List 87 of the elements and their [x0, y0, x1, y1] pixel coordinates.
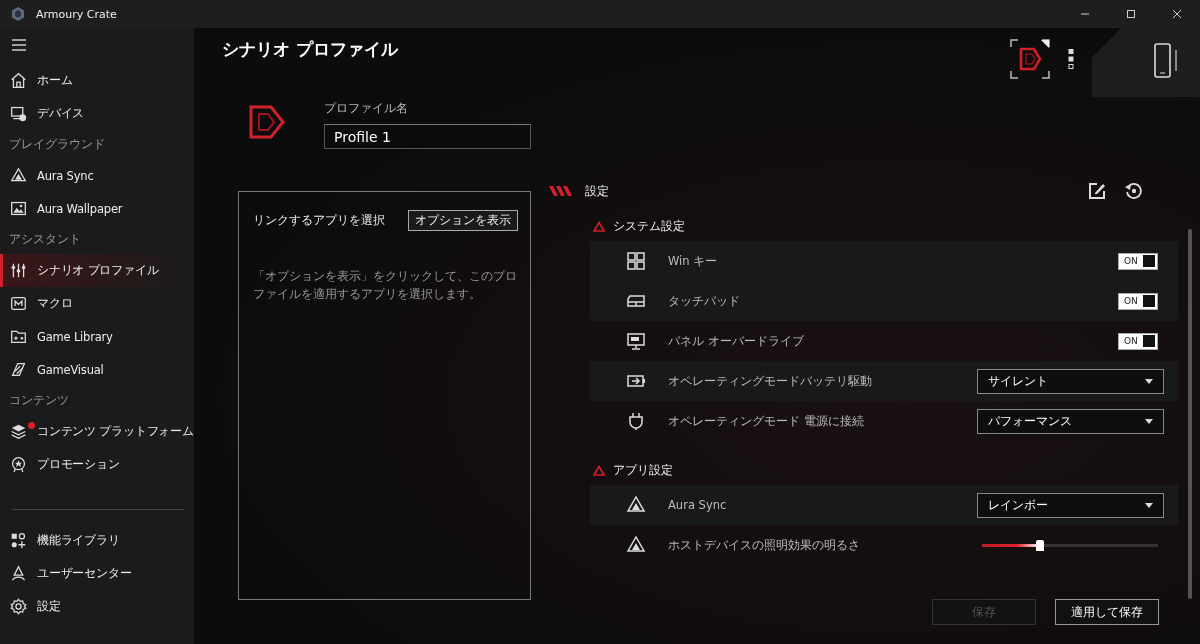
monitor-icon	[626, 331, 646, 351]
nav-item[interactable]: ホーム	[0, 64, 194, 97]
maximize-icon[interactable]	[1126, 9, 1136, 19]
section-title: システム設定	[613, 217, 685, 235]
nav-item[interactable]: GameVisual	[0, 353, 194, 386]
nav-label: 機能ライブラリ	[37, 533, 120, 548]
plug-icon	[626, 411, 646, 431]
nav-item[interactable]: コンテンツ プラットフォーム	[0, 415, 194, 448]
toggle-switch[interactable]: ON	[1118, 292, 1158, 310]
group-heading: アシスタント	[8, 231, 82, 248]
slider-thumb[interactable]	[1036, 539, 1045, 551]
hint-text: 「オプションを表示」をクリックして、このプロファイルを適用するアプリを選択します。	[253, 268, 518, 303]
nav-label: Aura Wallpaper	[37, 201, 123, 216]
group-heading: コンテンツ	[8, 392, 70, 409]
settings-icon	[10, 598, 27, 615]
toggle-switch[interactable]: ON	[1118, 332, 1158, 350]
triangle-icon	[593, 220, 605, 232]
dropdown[interactable]: サイレント	[977, 368, 1164, 394]
nav-label: デバイス	[37, 106, 85, 121]
nav-item[interactable]: プロモーション	[0, 448, 194, 481]
setting-label: オペレーティングモード 電源に接続	[668, 413, 865, 429]
group-heading: プレイグラウンド	[8, 136, 106, 153]
nav-label: ホーム	[37, 73, 73, 88]
show-options-button[interactable]: オプションを表示	[408, 210, 518, 231]
apply-save-button[interactable]: 適用して保存	[1055, 599, 1159, 625]
grid-icon	[626, 251, 646, 271]
nav-label: プロモーション	[37, 457, 120, 472]
profile-logo-icon[interactable]	[1010, 39, 1050, 79]
setting-label: Aura Sync	[668, 498, 728, 512]
toggle-switch[interactable]: ON	[1118, 252, 1158, 270]
layers-icon	[10, 423, 27, 440]
panel-title: リンクするアプリを選択	[253, 212, 385, 229]
setting-label: ホストデバイスの照明効果の明るさ	[668, 537, 861, 553]
setting-label: オペレーティングモードバッテリ駆動	[668, 373, 873, 389]
nav-item[interactable]: ユーザーセンター	[0, 557, 194, 590]
caret-icon	[1145, 502, 1153, 508]
triangle-icon	[593, 464, 605, 476]
nav-label: Game Library	[37, 329, 113, 344]
triangle-logo-icon	[626, 495, 646, 515]
window-title: Armoury Crate	[36, 7, 117, 21]
nav-label: ユーザーセンター	[37, 566, 132, 581]
nav-item[interactable]: 設定	[0, 590, 194, 623]
nav-label: Aura Sync	[37, 168, 94, 183]
user-icon	[10, 565, 27, 582]
nav-item[interactable]: Game Library	[0, 320, 194, 353]
profile-logo-icon	[249, 104, 285, 140]
nav-label: GameVisual	[37, 362, 104, 377]
nav-label: コンテンツ プラットフォーム	[37, 424, 194, 439]
nav-item[interactable]: Aura Wallpaper	[0, 192, 194, 225]
nav-item[interactable]: デバイス	[0, 97, 194, 130]
nav-label: マクロ	[37, 296, 73, 311]
nav-item[interactable]: マクロ	[0, 287, 194, 320]
home-icon	[10, 72, 27, 89]
field-label: プロファイル名	[324, 100, 409, 117]
dropdown[interactable]: パフォーマンス	[977, 408, 1164, 434]
caret-icon	[1145, 418, 1153, 424]
image-icon	[10, 200, 27, 217]
shapes-icon	[10, 532, 27, 549]
triangle-logo-icon	[626, 535, 646, 555]
setting-label: パネル オーバードライブ	[668, 333, 805, 349]
nav-item[interactable]: Aura Sync	[0, 159, 194, 192]
m-key-icon	[10, 295, 27, 312]
more-options-icon[interactable]	[1068, 49, 1074, 69]
edit-icon[interactable]	[1087, 181, 1107, 201]
reset-icon[interactable]	[1124, 181, 1144, 201]
triangle-logo-icon	[10, 167, 27, 184]
medal-icon	[10, 456, 27, 473]
app-logo-icon	[10, 6, 26, 22]
slanted-lines-icon	[10, 361, 27, 378]
settings-title: 設定	[585, 182, 609, 200]
setting-label: Win キー	[668, 253, 719, 269]
dropdown[interactable]: レインボー	[977, 492, 1164, 518]
phone-icon[interactable]	[1154, 43, 1180, 79]
page-title: シナリオ プロファイル	[222, 38, 398, 61]
setting-label: タッチパッド	[668, 293, 741, 309]
stripes-icon	[548, 186, 574, 196]
sliders-icon	[10, 262, 27, 279]
nav-item[interactable]: 機能ライブラリ	[0, 524, 194, 557]
folder-icon	[10, 328, 27, 345]
profile-name-field[interactable]: Profile 1	[324, 124, 531, 149]
monitor-icon	[10, 105, 27, 122]
nav-label: シナリオ プロファイル	[37, 263, 159, 278]
section-title: アプリ設定	[613, 461, 673, 479]
nav-label: 設定	[37, 599, 61, 614]
scrollbar[interactable]	[1188, 229, 1192, 599]
close-icon[interactable]	[1172, 9, 1182, 19]
caret-icon	[1145, 378, 1153, 384]
